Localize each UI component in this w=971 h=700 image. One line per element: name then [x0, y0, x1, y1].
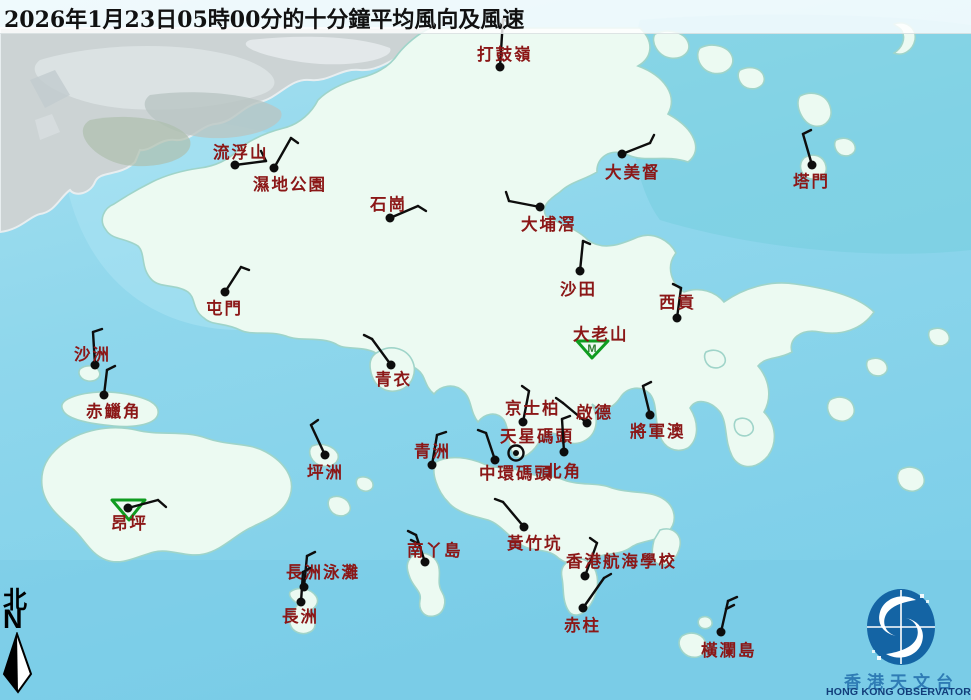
map-canvas: 流浮山濕地公園石崗 打鼓嶺大美督 塔門大埔滘沙田西貢 屯門沙洲赤鱲角 青衣 M大老山京士柏… [0, 0, 971, 700]
station-label: 屯門 [206, 298, 243, 318]
station-dot [808, 161, 817, 170]
station-dot [270, 164, 279, 173]
station-label: 坪洲 [307, 463, 344, 482]
station-dot [428, 461, 437, 470]
station-label: 啟德 [576, 402, 613, 422]
station-label: 赤鱲角 [86, 401, 142, 421]
map-title: 2026年1月23日05時00分的十分鐘平均風向及風速 [4, 2, 524, 34]
station-dot [387, 361, 396, 370]
station-label: 長洲 [282, 607, 319, 626]
station-label: 赤柱 [564, 615, 601, 635]
station-dot [560, 448, 569, 457]
station-dot [221, 288, 230, 297]
calm-wind-dot [513, 450, 519, 456]
station-label: 濕地公園 [253, 174, 327, 194]
station-dot [100, 391, 109, 400]
station-dot [124, 504, 133, 513]
south-water [0, 560, 971, 700]
station-label: 青洲 [414, 441, 451, 461]
station-dot [646, 411, 655, 420]
station-label: 香港航海學校 [566, 551, 677, 571]
station-label: 將軍澳 [630, 421, 686, 441]
station-dot [717, 628, 726, 637]
station-dot [520, 523, 529, 532]
station-label: 打鼓嶺 [477, 44, 533, 64]
station-label: 石崗 [369, 195, 407, 214]
station-dot [297, 598, 306, 607]
hko-name-en: HONG KONG OBSERVATORY [826, 686, 971, 698]
station-dot [536, 203, 545, 212]
station-dot [519, 418, 528, 427]
station-dot [673, 314, 682, 323]
station-label: 西貢 [659, 293, 696, 312]
station-dot [581, 572, 590, 581]
station-label: 京士柏 [505, 398, 561, 418]
station-dot [618, 150, 627, 159]
station-label: 黃竹坑 [506, 533, 563, 553]
station-label: 大美督 [605, 162, 661, 182]
station-label: 北角 [545, 461, 582, 481]
station-label: 南丫島 [407, 540, 463, 560]
triangle-m-label: M [587, 343, 596, 355]
station-dot [321, 451, 330, 460]
station-label: 塔門 [793, 171, 830, 191]
station-label: 昂坪 [111, 514, 148, 533]
north-arrow-icon [0, 632, 46, 698]
north-indicator: 北 N [0, 580, 46, 700]
station-label: 沙洲 [74, 345, 111, 364]
station-label: 流浮山 [213, 142, 269, 162]
station-dot [386, 214, 395, 223]
station-label: 青衣 [375, 369, 412, 389]
station-label: 長洲泳灘 [286, 562, 360, 582]
north-label-en: N [3, 604, 24, 635]
station-dot [579, 604, 588, 613]
hko-logo: 香港天文台 HONG KONG OBSERVATORY [832, 582, 971, 700]
station-label: 大老山 [573, 324, 629, 344]
hko-logo-icon [832, 582, 971, 668]
station-label: 中環碼頭 [479, 463, 553, 483]
station-label: 橫瀾島 [701, 640, 757, 660]
station-label: 沙田 [560, 280, 597, 299]
station-dot [576, 267, 585, 276]
wind-map: 流浮山濕地公園石崗 打鼓嶺大美督 塔門大埔滘沙田西貢 屯門沙洲赤鱲角 青衣 M大老山京士柏… [0, 0, 971, 700]
title-bar: 2026年1月23日05時00分的十分鐘平均風向及風速 [0, 0, 971, 34]
station-label: 大埔滘 [521, 214, 577, 234]
